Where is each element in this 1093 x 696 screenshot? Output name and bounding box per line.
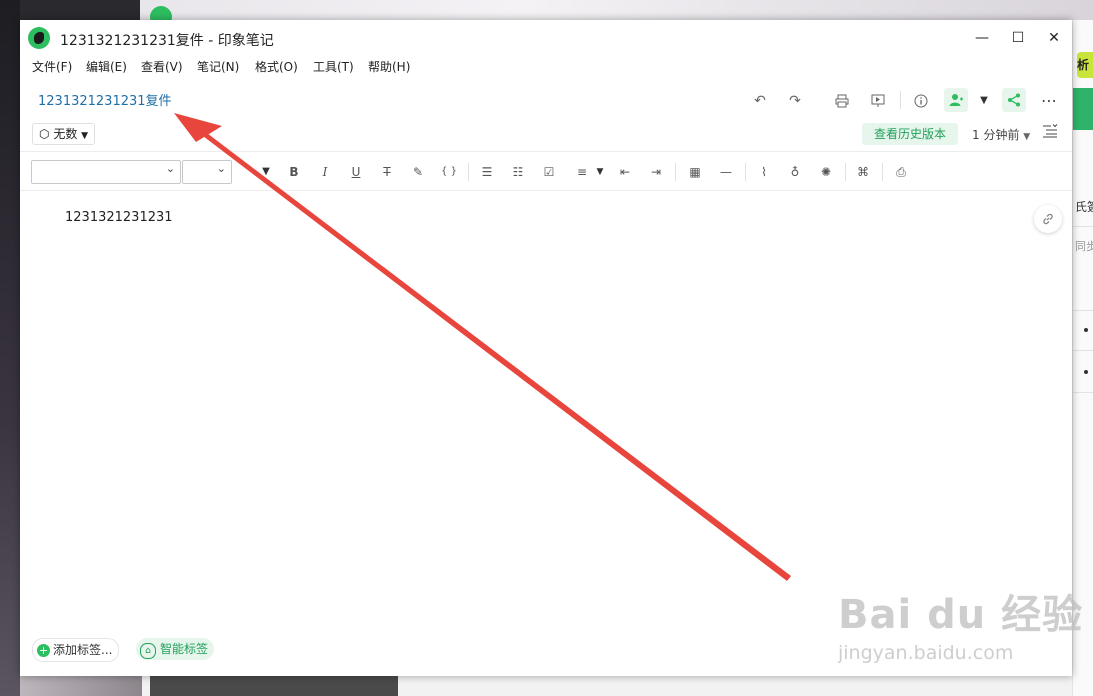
watermark-url: jingyan.baidu.com [838,642,1014,664]
annotation-arrow-shaft [195,124,791,581]
annotation-arrow-head [174,113,222,142]
baidu-watermark: Bai du 经验 jingyan.baidu.com [838,582,1083,664]
watermark-brand: Bai du 经验 [838,592,1084,638]
